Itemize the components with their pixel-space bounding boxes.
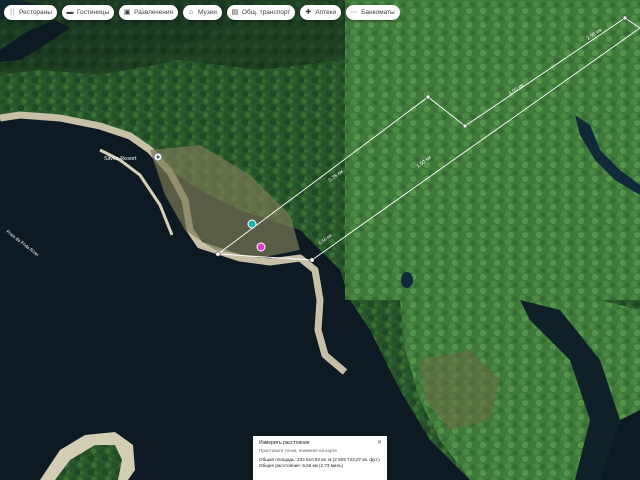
transit-icon: ▤ (231, 8, 239, 16)
chip-label: Общ. транспорт (241, 9, 291, 16)
chip-label: Аптеки (315, 9, 337, 16)
measure-vertex[interactable] (622, 15, 628, 21)
measure-vertex[interactable] (309, 257, 315, 263)
measure-vertex[interactable] (462, 123, 468, 129)
measure-distance-panel: ✕ Измерить расстояние Проставьте точки, … (253, 436, 387, 480)
chip-label: Банкоматы (361, 9, 395, 16)
small-lake (401, 272, 413, 288)
chip-label: Гостиницы (76, 9, 110, 16)
chip-label: Развлечения (134, 9, 174, 16)
chip-museums[interactable]: ⌂ Музеи (183, 5, 222, 20)
bed-icon: ▬ (66, 8, 74, 16)
chip-pharmacies[interactable]: ✚ Аптеки (300, 5, 342, 20)
measure-area: Общая площадь: 233 610,92 кв. м (2 509 7… (259, 457, 380, 462)
measure-vertex[interactable] (425, 94, 431, 100)
chip-hotels[interactable]: ▬ Гостиницы (61, 5, 115, 20)
chip-transport[interactable]: ▤ Общ. транспорт (226, 5, 296, 20)
chip-label: Рестораны (19, 9, 52, 16)
measure-title: Измерить расстояние (259, 440, 310, 446)
fork-knife-icon: 🍴 (8, 8, 17, 16)
measure-hint: Проставьте точки, нажимая на карте (259, 448, 338, 453)
ticket-icon: ▣ (123, 8, 131, 16)
chip-atm[interactable]: ⋯ Банкоматы (346, 5, 400, 20)
category-chips: 🍴 Рестораны ▬ Гостиницы ▣ Развлечения ⌂ Музе… (4, 5, 400, 20)
satellite-map[interactable]: 0.76 км 1.00 км 2.56 км 1.50 км 0.56 км … (0, 0, 640, 480)
chip-entertainment[interactable]: ▣ Развлечения (119, 5, 179, 20)
measure-vertex[interactable] (215, 251, 221, 257)
close-icon[interactable]: ✕ (377, 439, 382, 446)
chip-restaurants[interactable]: 🍴 Рестораны (4, 5, 57, 20)
pink-pin-icon[interactable] (256, 242, 266, 252)
pharmacy-icon: ✚ (305, 8, 312, 16)
place-pin-icon[interactable] (153, 152, 163, 162)
chip-label: Музеи (198, 9, 217, 16)
museum-icon: ⌂ (188, 8, 194, 16)
measure-distance: Общее расстояние: 6,56 км (2,73 миль) (259, 463, 344, 468)
more-icon: ⋯ (350, 8, 358, 16)
teal-pin-icon[interactable] (247, 219, 257, 229)
place-label[interactable]: Silves Resort (104, 156, 137, 162)
